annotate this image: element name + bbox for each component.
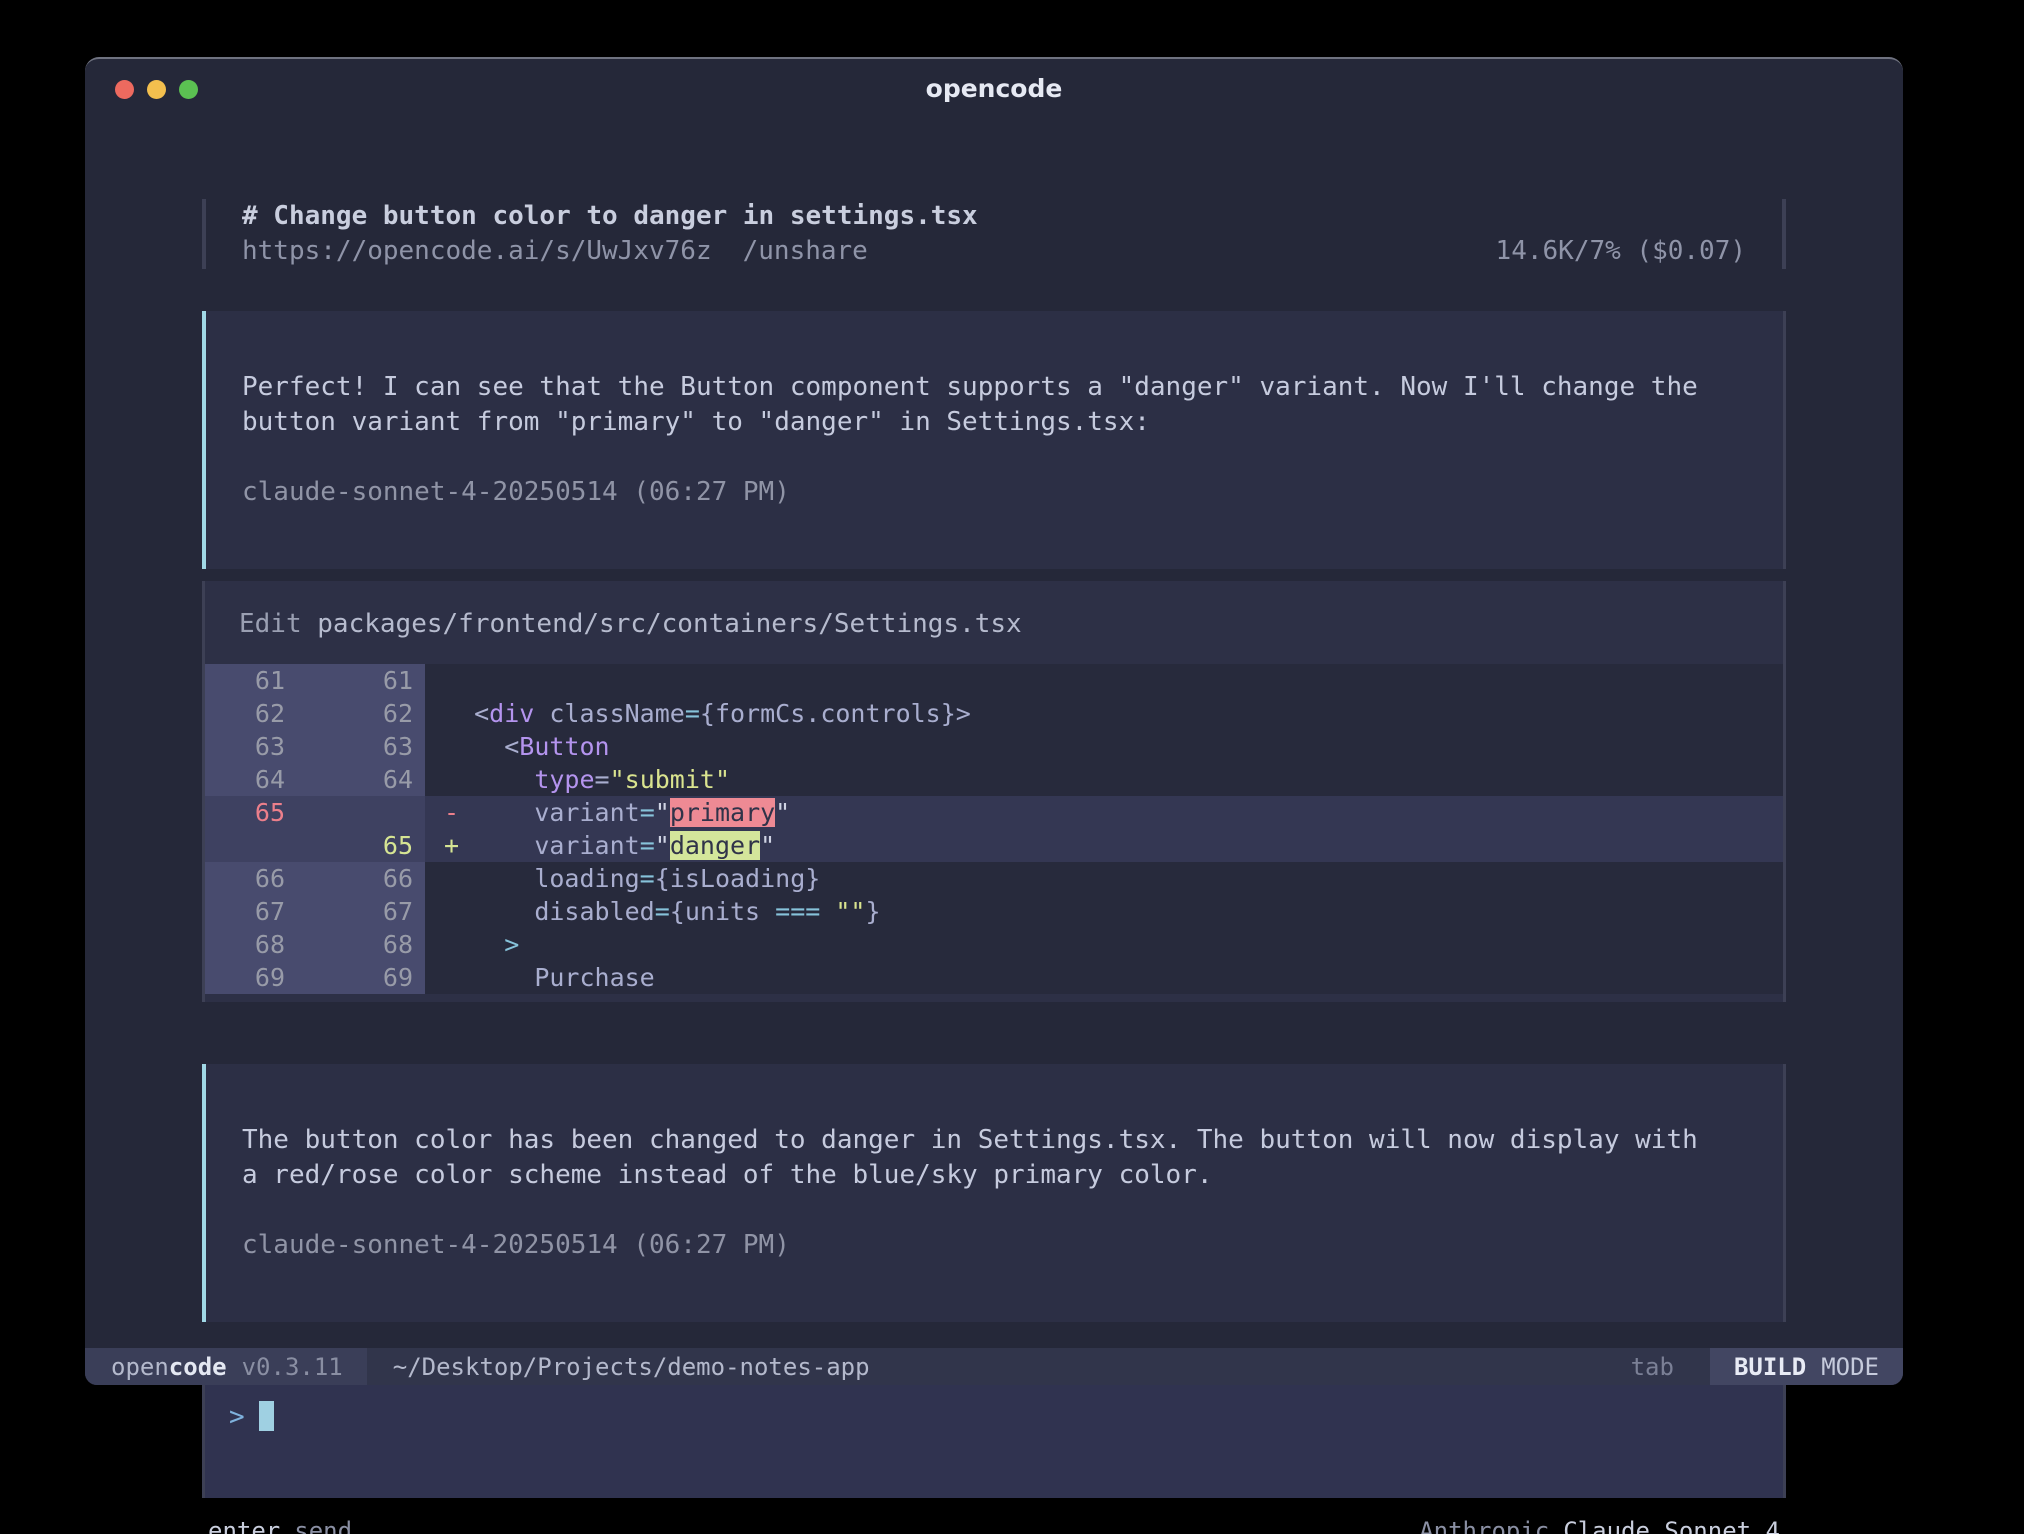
diff-row: 6767 disabled={units === ""} [205,895,1783,928]
assistant-message-2: The button color has been changed to dan… [202,1064,1786,1322]
prompt-symbol: > [229,1402,245,1432]
diff-row: 65+ variant="danger" [205,829,1783,862]
app-version: v0.3.11 [242,1353,343,1381]
app-window: opencode # Change button color to danger… [85,57,1903,1385]
model-indicator: AnthropicClaude Sonnet 4 [1419,1514,1780,1534]
hint-row: entersend AnthropicClaude Sonnet 4 [202,1514,1786,1534]
message-text: Perfect! I can see that the Button compo… [242,370,1747,440]
session-header: # Change button color to danger in setti… [202,199,1786,269]
status-bar: opencodev0.3.11 ~/Desktop/Projects/demo-… [85,1348,1903,1385]
text-cursor [259,1401,274,1431]
edit-file-path: packages/frontend/src/containers/Setting… [317,609,1021,639]
diff-row: 6969 Purchase [205,961,1783,994]
assistant-message-1: Perfect! I can see that the Button compo… [202,311,1786,569]
share-url[interactable]: https://opencode.ai/s/UwJxv76z [242,236,712,266]
titlebar: opencode [85,59,1903,117]
message-text: The button color has been changed to dan… [242,1123,1747,1193]
edit-tool-card: Edit packages/frontend/src/containers/Se… [202,581,1786,1002]
unshare-action[interactable]: /unshare [743,236,868,266]
message-meta: claude-sonnet-4-20250514 (06:27 PM) [242,1228,1747,1263]
message-meta: claude-sonnet-4-20250514 (06:27 PM) [242,475,1747,510]
diff-row: 6464 type="submit" [205,763,1783,796]
diff-file-header: Edit packages/frontend/src/containers/Se… [205,581,1783,664]
prompt-input[interactable]: > [202,1380,1786,1498]
share-url-row: https://opencode.ai/s/UwJxv76z/unshare [242,234,868,269]
session-title: # Change button color to danger in setti… [242,199,1746,234]
app-version-chip: opencodev0.3.11 [85,1348,367,1385]
diff-row: 6666 loading={isLoading} [205,862,1783,895]
diff-row: 6363 <Button [205,730,1783,763]
diff-row: 65- variant="primary" [205,796,1783,829]
token-usage: 14.6K/7% ($0.07) [1496,234,1746,269]
diff-rows: 61616262 <div className={formCs.controls… [205,664,1783,994]
diff-row: 6868 > [205,928,1783,961]
diff-row: 6161 [205,664,1783,697]
edit-label: Edit [239,609,317,639]
diff-row: 6262 <div className={formCs.controls}> [205,697,1783,730]
working-directory: ~/Desktop/Projects/demo-notes-app [393,1348,870,1385]
send-hint: entersend [208,1514,352,1534]
mode-chip: BUILDMODE [1710,1348,1903,1385]
tab-key-hint: tab [1631,1348,1674,1385]
window-title: opencode [85,59,1903,117]
